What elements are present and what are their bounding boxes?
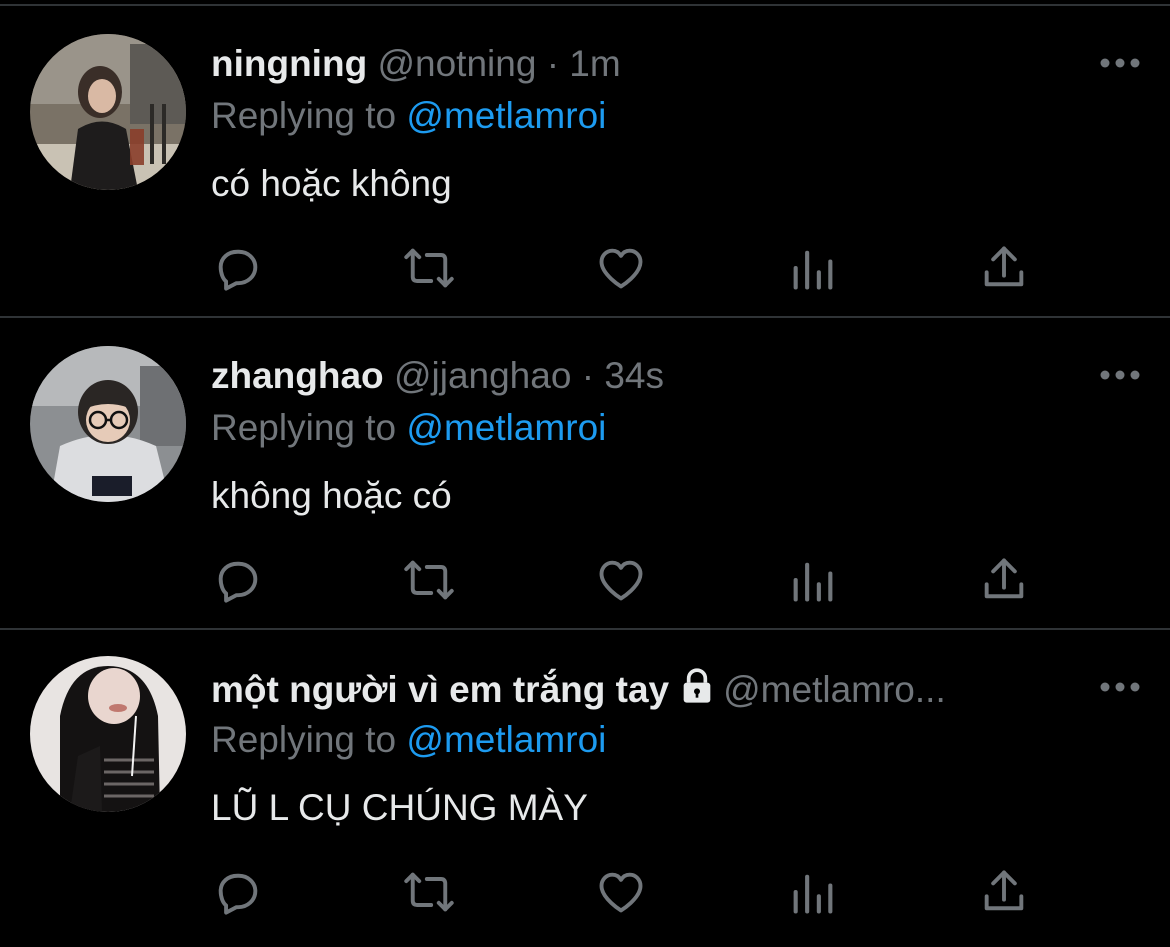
replying-to: Replying to @metlamroi — [211, 718, 606, 762]
retweet-icon — [404, 872, 454, 912]
separator: · — [581, 355, 595, 396]
analytics-icon — [793, 562, 833, 602]
retweet-button[interactable] — [403, 866, 455, 918]
more-dots-icon[interactable] — [1098, 362, 1142, 388]
replying-prefix: Replying to — [211, 407, 397, 448]
like-icon — [599, 872, 643, 913]
avatar[interactable] — [30, 346, 186, 502]
tweet-text: có hoặc không — [211, 163, 452, 204]
mention-link[interactable]: @metlamroi — [406, 719, 606, 760]
like-icon — [599, 560, 643, 601]
separator: · — [546, 43, 560, 84]
display-name[interactable]: một người vì em trắng tay — [211, 669, 669, 710]
tweet[interactable]: ningning @notning · 1m Replying to @metl… — [0, 4, 1170, 316]
tweet[interactable]: một người vì em trắng tay @metlamro... Re… — [0, 628, 1170, 940]
mention-link[interactable]: @metlamroi — [406, 95, 606, 136]
replying-prefix: Replying to — [211, 719, 397, 760]
share-button[interactable] — [978, 554, 1030, 606]
action-bar — [0, 866, 1170, 926]
tweet-header: zhanghao @jjanghao · 34s — [211, 354, 1070, 398]
avatar-photo — [30, 346, 186, 502]
tweet[interactable]: zhanghao @jjanghao · 34s Replying to @me… — [0, 316, 1170, 628]
tweet-header: một người vì em trắng tay @metlamro... — [211, 666, 1070, 710]
analytics-button[interactable] — [787, 866, 839, 918]
tweet-header: ningning @notning · 1m — [211, 42, 1070, 86]
mention-link[interactable]: @metlamroi — [406, 407, 606, 448]
retweet-icon — [404, 248, 454, 288]
analytics-icon — [793, 874, 833, 914]
share-icon — [984, 870, 1024, 911]
avatar-photo — [30, 34, 186, 190]
avatar[interactable] — [30, 34, 186, 190]
replying-prefix: Replying to — [211, 95, 397, 136]
display-name[interactable]: ningning — [211, 43, 367, 84]
share-button[interactable] — [978, 866, 1030, 918]
share-button[interactable] — [978, 242, 1030, 294]
action-bar — [0, 242, 1170, 302]
like-icon — [599, 248, 643, 289]
replying-to: Replying to @metlamroi — [211, 406, 606, 450]
retweet-button[interactable] — [403, 554, 455, 606]
avatar[interactable] — [30, 656, 186, 812]
tweet-text: không hoặc có — [211, 475, 452, 516]
retweet-icon — [404, 560, 454, 600]
timestamp[interactable]: 1m — [569, 43, 620, 84]
handle[interactable]: @metlamro... — [723, 669, 946, 710]
replying-to: Replying to @metlamroi — [211, 94, 606, 138]
reply-button[interactable] — [212, 242, 264, 294]
retweet-button[interactable] — [403, 242, 455, 294]
more-dots-icon[interactable] — [1098, 50, 1142, 76]
reply-icon — [218, 249, 258, 291]
avatar-photo — [30, 656, 186, 812]
handle[interactable]: @notning — [377, 43, 536, 84]
reply-button[interactable] — [212, 866, 264, 918]
analytics-icon — [793, 250, 833, 290]
reply-icon — [218, 873, 258, 915]
reply-button[interactable] — [212, 554, 264, 606]
share-icon — [984, 558, 1024, 599]
analytics-button[interactable] — [787, 554, 839, 606]
tweet-text: LŨ L CỤ CHÚNG MÀY — [211, 787, 588, 828]
action-bar — [0, 554, 1170, 614]
more-dots-icon[interactable] — [1098, 674, 1142, 700]
like-button[interactable] — [595, 866, 647, 918]
timestamp[interactable]: 34s — [604, 355, 664, 396]
handle[interactable]: @jjanghao — [394, 355, 571, 396]
display-name[interactable]: zhanghao — [211, 355, 384, 396]
lock-icon — [683, 668, 711, 703]
analytics-button[interactable] — [787, 242, 839, 294]
like-button[interactable] — [595, 554, 647, 606]
like-button[interactable] — [595, 242, 647, 294]
share-icon — [984, 246, 1024, 287]
reply-icon — [218, 561, 258, 603]
